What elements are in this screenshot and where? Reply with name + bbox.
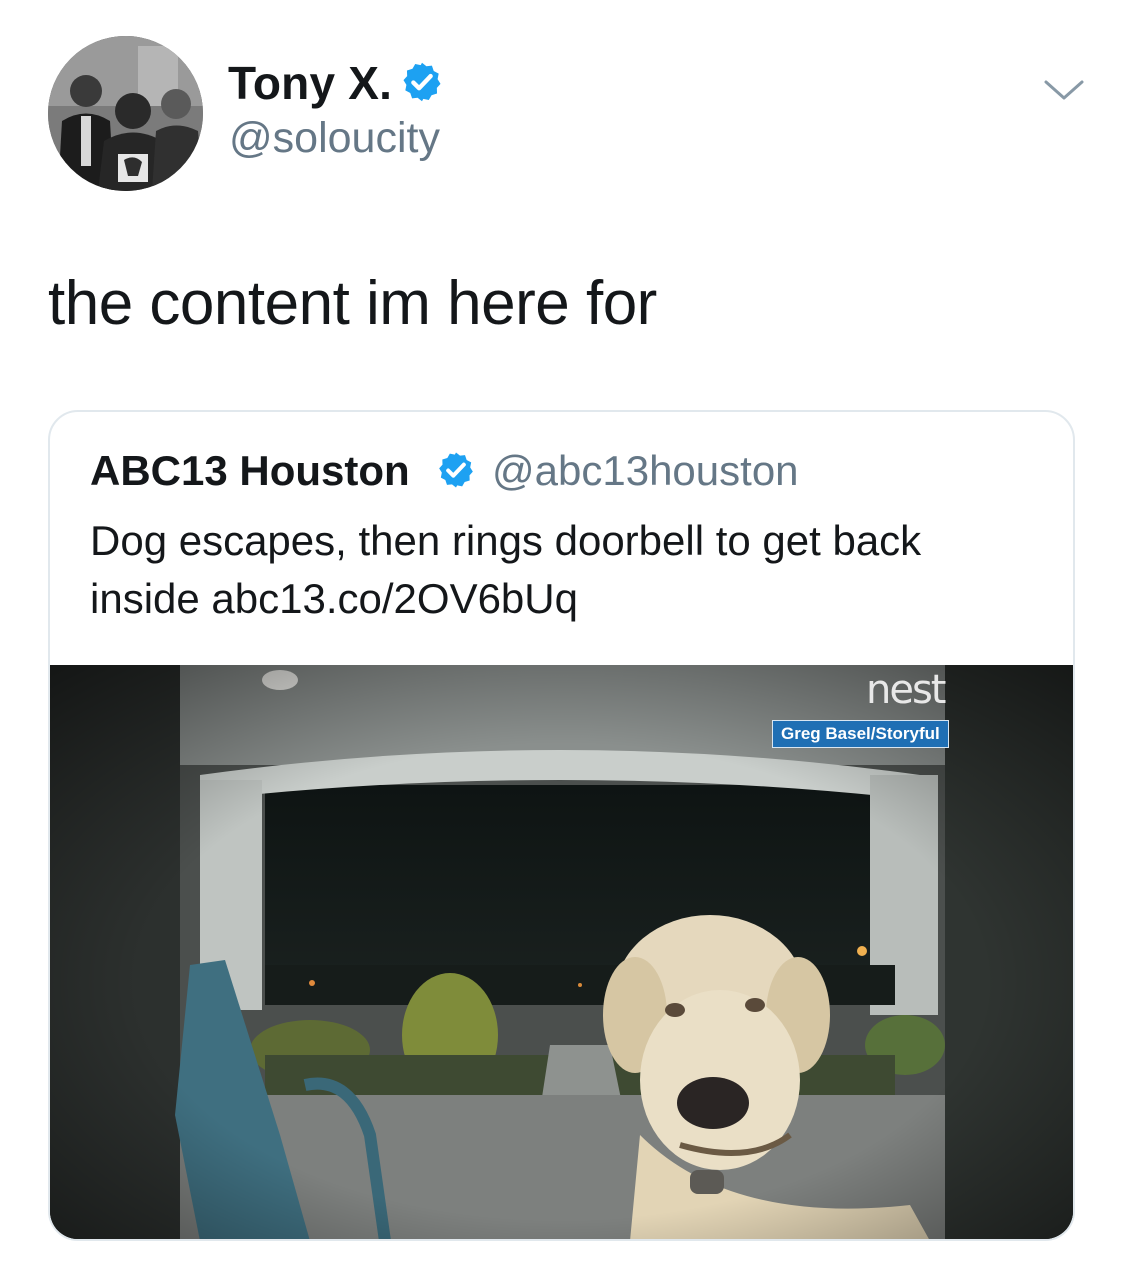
quoted-media-image[interactable]: nest Greg Basel/Storyful xyxy=(50,665,1073,1239)
author-handle[interactable]: @soloucity xyxy=(229,113,440,163)
quoted-tweet-card[interactable]: ABC13 Houston @abc13houston Dog escapes,… xyxy=(48,410,1075,1241)
chevron-down-icon[interactable] xyxy=(1042,76,1086,104)
quoted-handle[interactable]: @abc13houston xyxy=(492,446,799,496)
nest-watermark: nest xyxy=(866,667,946,713)
verified-badge-icon xyxy=(403,62,441,102)
author-display-name[interactable]: Tony X. xyxy=(228,56,392,110)
photo-credit-label: Greg Basel/Storyful xyxy=(772,720,949,748)
verified-badge-icon xyxy=(439,452,473,488)
quoted-display-name[interactable]: ABC13 Houston xyxy=(90,446,410,496)
avatar-photo xyxy=(48,36,203,191)
doorbell-camera-photo xyxy=(50,665,1073,1239)
author-avatar[interactable] xyxy=(48,36,203,191)
tweet-text: the content im here for xyxy=(48,269,657,338)
quoted-tweet-text: Dog escapes, then rings doorbell to get … xyxy=(90,517,922,622)
